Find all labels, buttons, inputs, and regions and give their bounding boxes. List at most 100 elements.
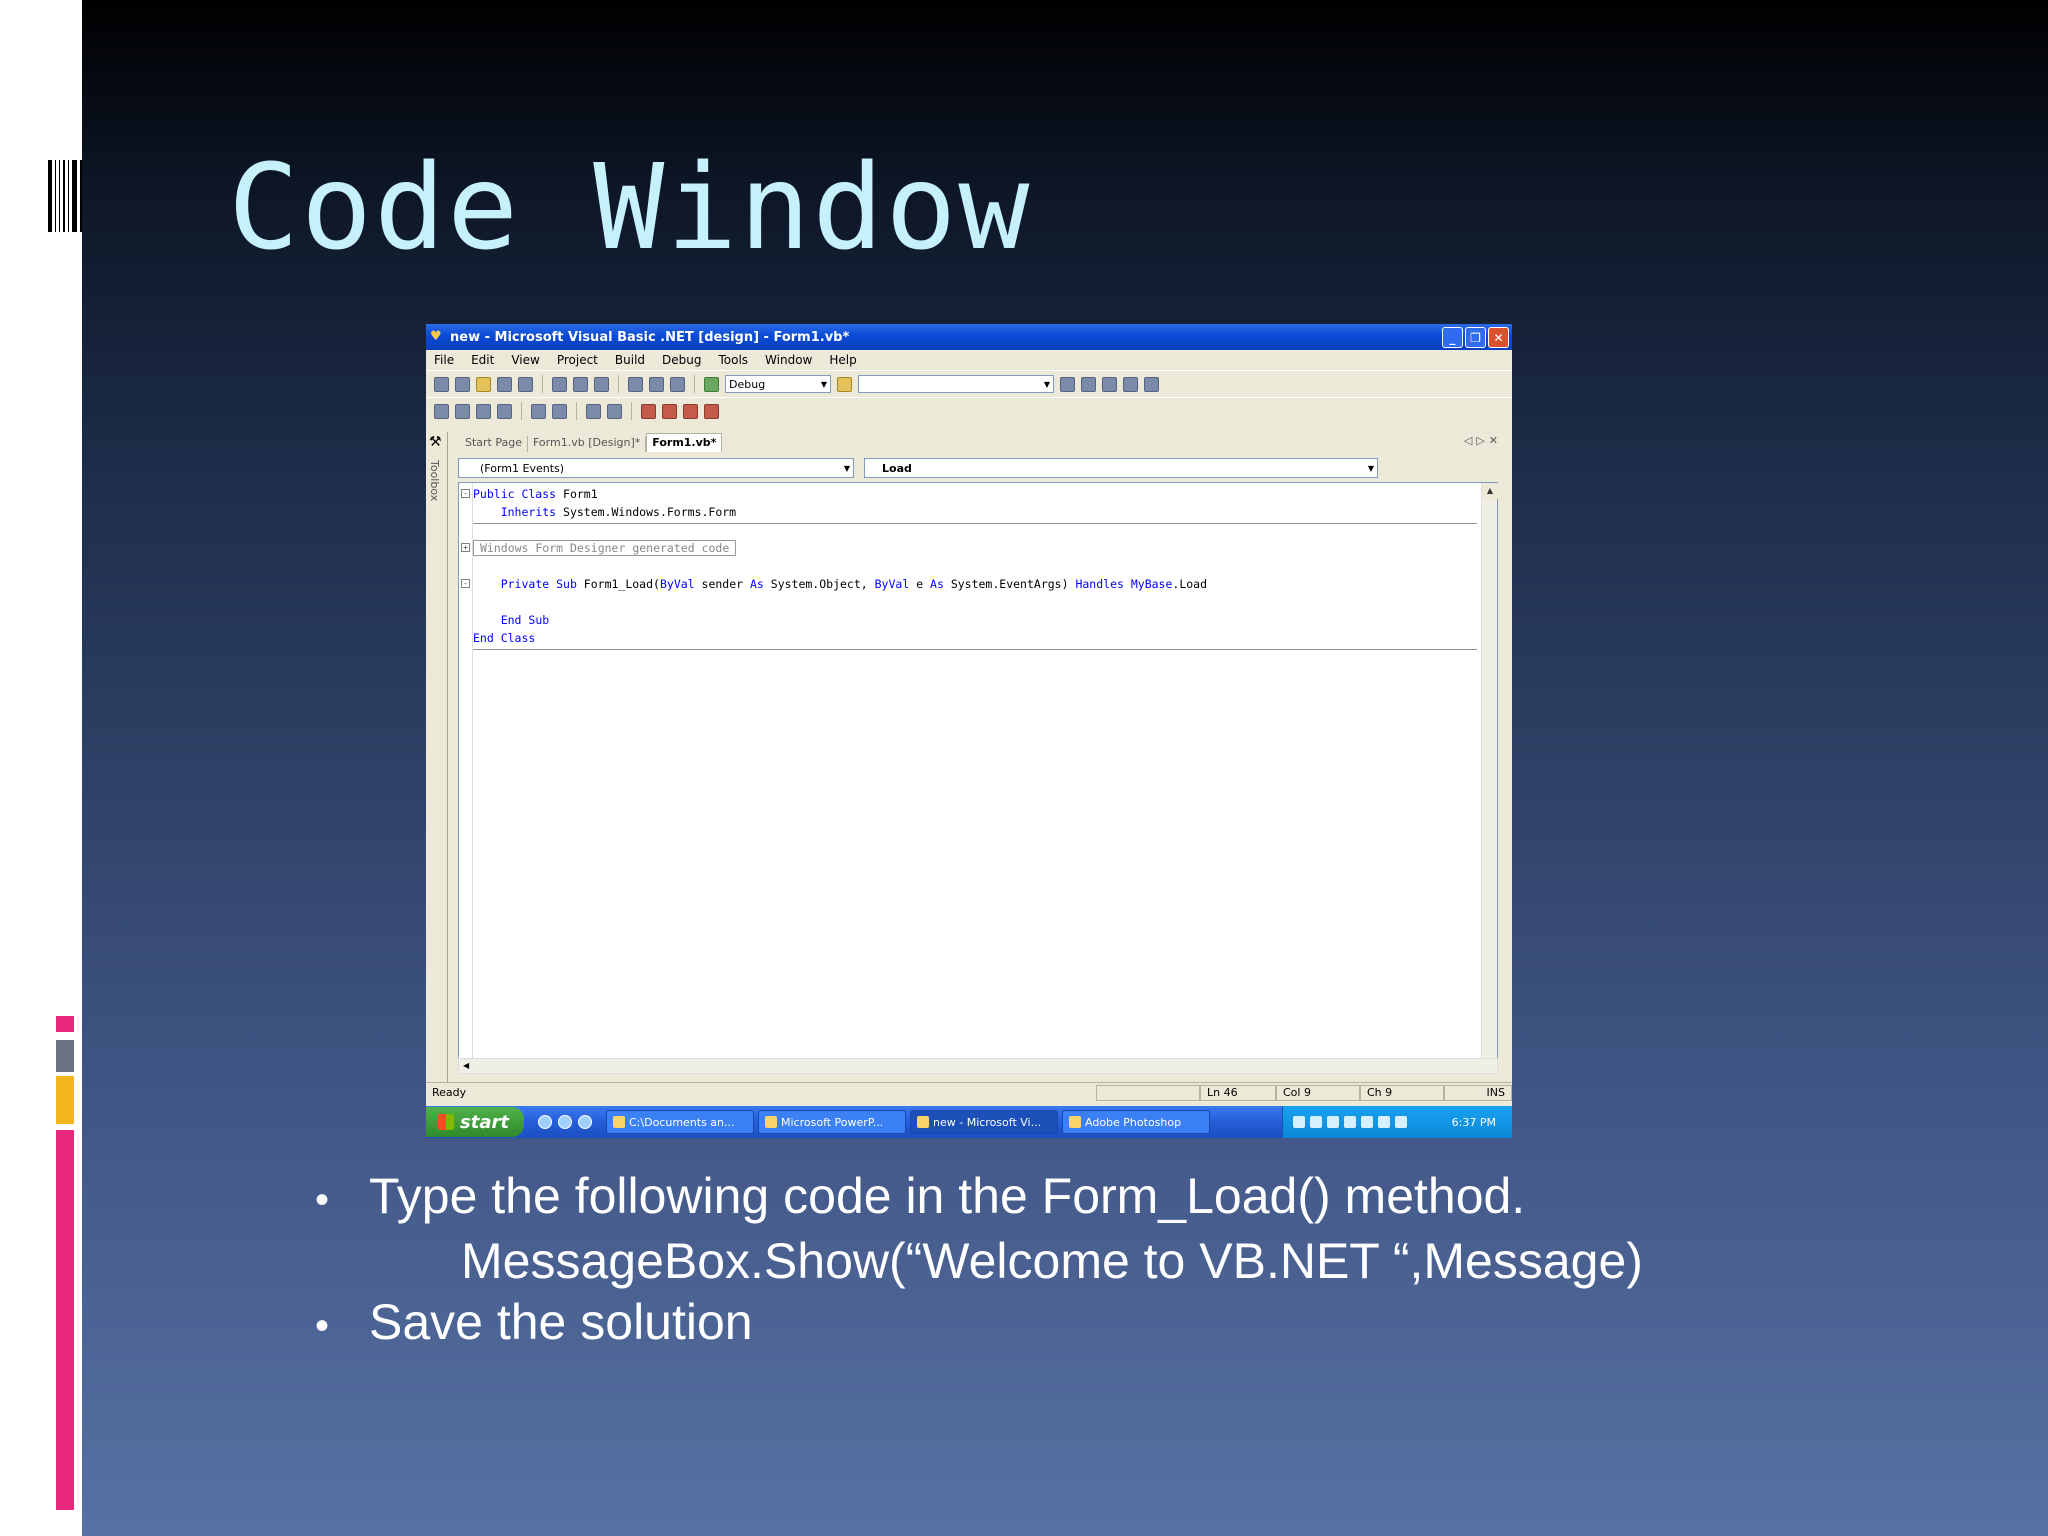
media-icon[interactable] — [578, 1115, 592, 1129]
tab-form1-code[interactable]: Form1.vb* — [646, 433, 723, 452]
status-ins: INS — [1444, 1084, 1512, 1101]
outdent-icon[interactable] — [531, 403, 546, 419]
system-tray: 6:37 PM — [1282, 1106, 1512, 1138]
menu-project[interactable]: Project — [557, 353, 598, 367]
code-lines: - Public Class Form1 Inherits System.Wind… — [461, 485, 1477, 650]
copy-icon[interactable] — [573, 376, 588, 392]
layout-toolbar — [426, 397, 1512, 424]
task-explorer[interactable]: C:\Documents an... — [606, 1110, 754, 1134]
scroll-up-icon[interactable]: ▲ — [1482, 483, 1498, 499]
toolbar-options-icon[interactable] — [1144, 376, 1159, 392]
chevron-down-icon: ▼ — [843, 463, 850, 473]
code-line: Inherits System.Windows.Forms.Form — [500, 505, 737, 519]
expand-icon[interactable]: + — [461, 543, 470, 552]
find-combo[interactable]: ▼ — [858, 375, 1054, 393]
close-button[interactable]: ✕ — [1488, 327, 1509, 348]
align-icon[interactable] — [434, 403, 449, 419]
status-bar: Ready Ln 46 Col 9 Ch 9 INS — [426, 1082, 1512, 1102]
class-view-icon[interactable] — [1102, 376, 1117, 392]
save-all-icon[interactable] — [518, 376, 533, 392]
collapse-icon[interactable]: - — [461, 489, 470, 498]
align-bottom-icon[interactable] — [476, 403, 491, 419]
toolbox-tool-icon[interactable] — [1123, 376, 1138, 392]
ie-icon[interactable] — [538, 1115, 552, 1129]
menu-view[interactable]: View — [511, 353, 539, 367]
clear-bookmarks-icon[interactable] — [704, 403, 719, 419]
task-powerpoint[interactable]: Microsoft PowerP... — [758, 1110, 906, 1134]
method-name-value: Load — [882, 461, 912, 475]
tray-icon[interactable] — [1327, 1116, 1339, 1128]
menu-debug[interactable]: Debug — [662, 353, 701, 367]
prev-bookmark-icon[interactable] — [683, 403, 698, 419]
tray-icon[interactable] — [1378, 1116, 1390, 1128]
menu-build[interactable]: Build — [615, 353, 645, 367]
window-title: new - Microsoft Visual Basic .NET [desig… — [450, 329, 850, 345]
start-button[interactable]: start — [426, 1107, 524, 1137]
menu-file[interactable]: File — [434, 353, 454, 367]
editor-margin — [459, 483, 473, 1071]
start-debug-icon[interactable] — [704, 376, 719, 392]
chevron-down-icon: ▼ — [820, 379, 827, 389]
tray-icon[interactable] — [1310, 1116, 1322, 1128]
indent-icon[interactable] — [552, 403, 567, 419]
tray-icon[interactable] — [1395, 1116, 1407, 1128]
redo-icon[interactable] — [649, 376, 664, 392]
bookmark-icon[interactable] — [641, 403, 656, 419]
save-icon[interactable] — [497, 376, 512, 392]
paste-icon[interactable] — [594, 376, 609, 392]
solution-config-combo[interactable]: Debug ▼ — [725, 375, 831, 393]
tray-clock: 6:37 PM — [1451, 1115, 1496, 1129]
class-name-combo[interactable]: (Form1 Events) ▼ — [458, 458, 854, 478]
add-item-icon[interactable] — [455, 376, 470, 392]
align-center-icon[interactable] — [455, 403, 470, 419]
tray-icon[interactable] — [1361, 1116, 1373, 1128]
menu-window[interactable]: Window — [765, 353, 812, 367]
browser-icon[interactable] — [558, 1115, 572, 1129]
menu-help[interactable]: Help — [829, 353, 856, 367]
new-project-icon[interactable] — [434, 376, 449, 392]
bullet-item: • Save the solution — [315, 1292, 1643, 1357]
tab-form1-design[interactable]: Form1.vb [Design]* — [528, 436, 647, 452]
tray-icon[interactable] — [1344, 1116, 1356, 1128]
cut-icon[interactable] — [552, 376, 567, 392]
collapse-icon[interactable]: - — [461, 579, 470, 588]
comment-icon[interactable] — [586, 403, 601, 419]
task-photoshop[interactable]: Adobe Photoshop — [1062, 1110, 1210, 1134]
code-line: End Class — [473, 631, 536, 645]
tray-icon[interactable] — [1293, 1116, 1305, 1128]
tab-start-page[interactable]: Start Page — [460, 436, 528, 452]
restore-button[interactable]: ❐ — [1465, 327, 1486, 348]
code-example: MessageBox.Show(“Welcome to VB.NET “,Mes… — [315, 1231, 1643, 1292]
minimize-button[interactable]: _ — [1442, 327, 1463, 348]
windows-taskbar: start C:\Documents an... Microsoft Power… — [426, 1106, 1512, 1138]
find-icon[interactable] — [837, 376, 852, 392]
properties-icon[interactable] — [1081, 376, 1096, 392]
bullet-list: • Type the following code in the Form_Lo… — [315, 1166, 1643, 1357]
status-line: Ln 46 — [1200, 1084, 1276, 1101]
code-separator — [473, 649, 1477, 650]
vertical-scrollbar[interactable]: ▲ — [1481, 483, 1498, 1071]
uncomment-icon[interactable] — [607, 403, 622, 419]
class-name-value: (Form1 Events) — [480, 461, 565, 475]
collapsed-region[interactable]: Windows Form Designer generated code — [473, 540, 737, 556]
tab-nav-close-icon[interactable]: ◁▷✕ — [1464, 434, 1502, 447]
method-name-combo[interactable]: Load ▼ — [864, 458, 1378, 478]
task-visual-basic[interactable]: new - Microsoft Vi... — [910, 1110, 1058, 1134]
navigate-icon[interactable] — [670, 376, 685, 392]
font-size-icon[interactable] — [497, 403, 512, 419]
undo-icon[interactable] — [628, 376, 643, 392]
accent-pink-1 — [56, 1016, 74, 1032]
menu-edit[interactable]: Edit — [471, 353, 494, 367]
code-editor[interactable]: - Public Class Form1 Inherits System.Wind… — [458, 482, 1498, 1072]
toolbox-panel[interactable]: ⚒ Toolbox — [426, 432, 448, 1082]
solution-explorer-icon[interactable] — [1060, 376, 1075, 392]
open-icon[interactable] — [476, 376, 491, 392]
horizontal-scrollbar[interactable]: ◀ — [458, 1058, 1498, 1074]
bullet-text: Save the solution — [369, 1294, 753, 1350]
powerpoint-icon — [765, 1116, 777, 1128]
vs-app-icon — [917, 1116, 929, 1128]
standard-toolbar: Debug ▼ ▼ — [426, 370, 1512, 397]
menu-tools[interactable]: Tools — [718, 353, 748, 367]
next-bookmark-icon[interactable] — [662, 403, 677, 419]
